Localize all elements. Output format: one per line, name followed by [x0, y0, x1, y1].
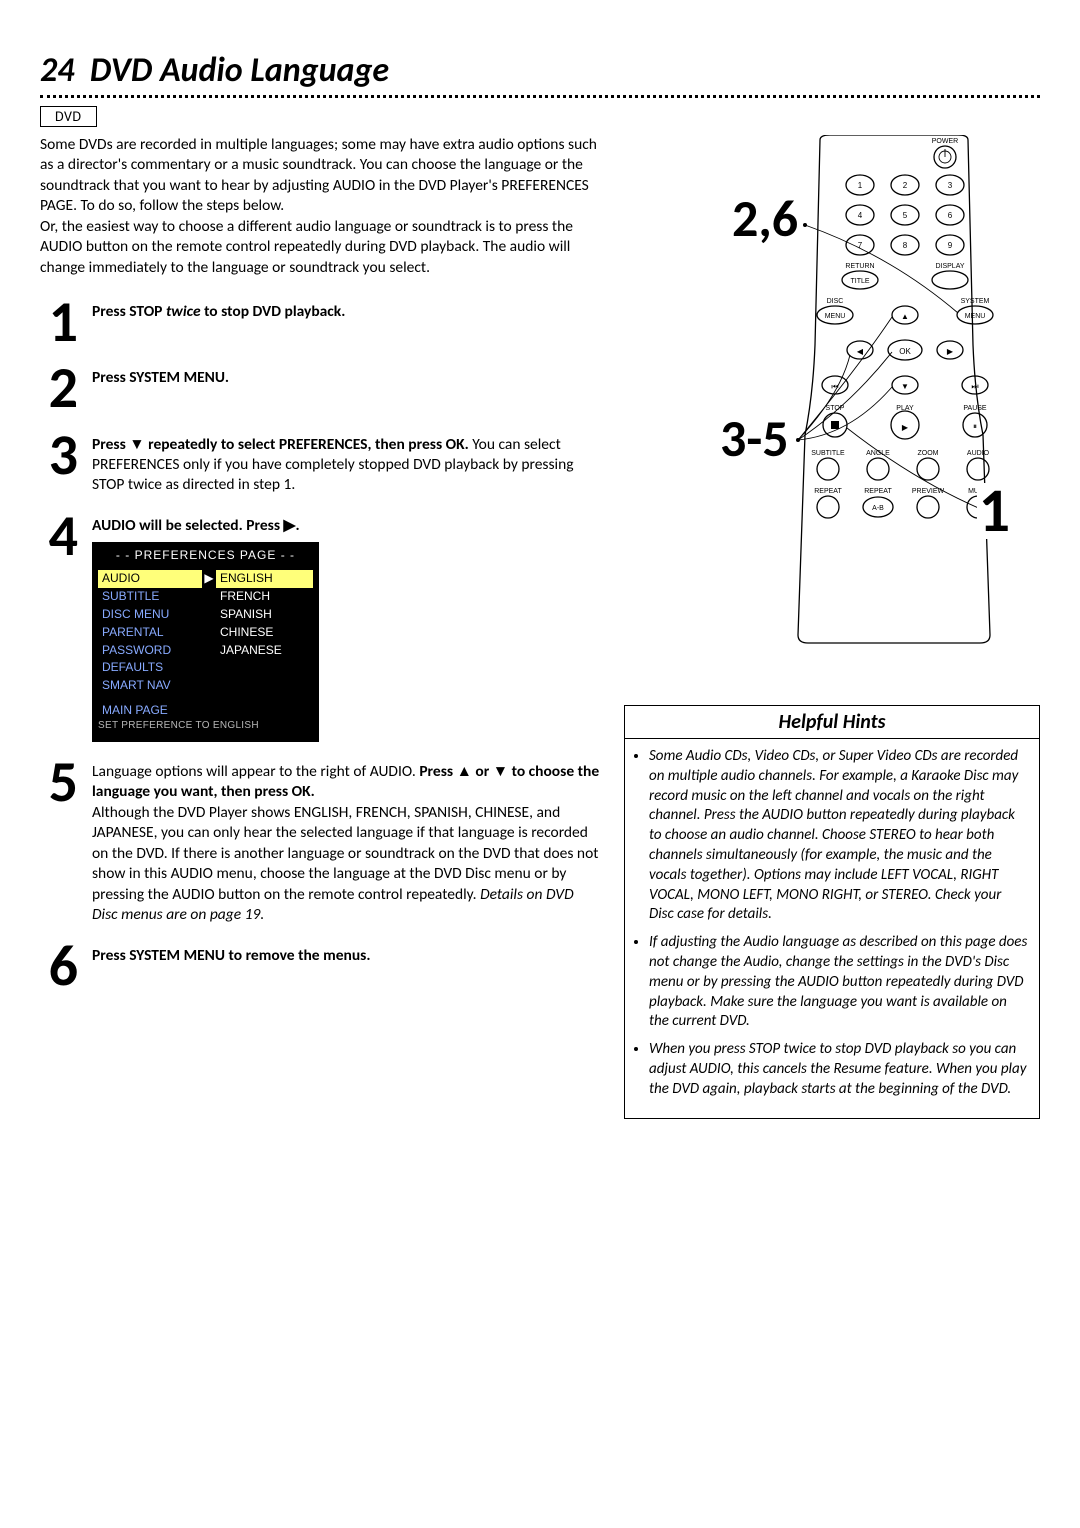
- svg-text:POWER: POWER: [932, 138, 958, 145]
- svg-text:3: 3: [948, 181, 953, 190]
- svg-text:5: 5: [903, 211, 908, 220]
- steps-list: 1 Press STOP twice to stop DVD playback.…: [40, 296, 600, 992]
- svg-text:⏸: ⏸: [973, 422, 977, 431]
- step-num-6: 6: [40, 940, 78, 992]
- svg-text:PAUSE: PAUSE: [963, 405, 987, 412]
- svg-text:REPEAT: REPEAT: [814, 488, 842, 495]
- svg-text:8: 8: [903, 241, 908, 250]
- svg-text:AUDIO: AUDIO: [967, 450, 990, 457]
- svg-text:▶: ▶: [947, 347, 954, 356]
- hint-1: Some Audio CDs, Video CDs, or Super Vide…: [649, 747, 1029, 925]
- svg-text:DISPLAY: DISPLAY: [935, 263, 964, 270]
- svg-text:▶: ▶: [902, 423, 909, 432]
- svg-text:2: 2: [903, 181, 908, 190]
- page-number: 24: [40, 50, 74, 91]
- pref-title: - - PREFERENCES PAGE - -: [98, 548, 313, 564]
- step-4: 4 AUDIO will be selected. Press ▶. - - P…: [40, 510, 600, 742]
- callout-2-6: 2,6: [730, 195, 800, 242]
- remote-illustration: .ln{fill:none;stroke:#000;stroke-width:1…: [720, 135, 1040, 645]
- step-3: 3 Press ▼ repeatedly to select PREFERENC…: [40, 429, 600, 496]
- callout-3-5: 3-5: [718, 415, 791, 462]
- pref-main-page: MAIN PAGE: [98, 703, 313, 719]
- svg-text:RETURN: RETURN: [845, 263, 874, 270]
- svg-text:◀: ◀: [857, 347, 864, 356]
- svg-text:ZOOM: ZOOM: [918, 450, 939, 457]
- page-title: 24 DVD Audio Language: [40, 50, 1040, 91]
- svg-text:OK: OK: [899, 347, 911, 356]
- pref-item-audio: AUDIO: [98, 570, 202, 588]
- svg-text:⏭: ⏭: [971, 382, 978, 391]
- title-divider: [40, 95, 1040, 98]
- svg-text:6: 6: [948, 211, 953, 220]
- svg-text:TITLE: TITLE: [850, 278, 869, 285]
- hint-3: When you press STOP twice to stop DVD pl…: [649, 1040, 1029, 1099]
- intro-p2: Or, the easiest way to choose a differen…: [40, 217, 573, 277]
- svg-text:4: 4: [858, 211, 863, 220]
- svg-text:9: 9: [948, 241, 953, 250]
- step-num-2: 2: [40, 362, 78, 414]
- intro-text: Some DVDs are recorded in multiple langu…: [40, 135, 600, 278]
- svg-text:A-B: A-B: [872, 505, 884, 512]
- svg-text:1: 1: [858, 181, 863, 190]
- svg-text:MENU: MENU: [965, 313, 986, 320]
- preferences-screen: - - PREFERENCES PAGE - - AUDIO ▶ ENGLISH…: [92, 542, 319, 742]
- pref-footer-text: SET PREFERENCE TO ENGLISH: [98, 719, 313, 732]
- svg-text:SYSTEM: SYSTEM: [961, 298, 990, 305]
- svg-text:REPEAT: REPEAT: [864, 488, 892, 495]
- svg-text:MENU: MENU: [825, 313, 846, 320]
- step-2: 2 Press SYSTEM MENU.: [40, 362, 600, 414]
- step-num-5: 5: [40, 756, 78, 926]
- page-title-text: DVD Audio Language: [90, 50, 389, 91]
- step-num-1: 1: [40, 296, 78, 348]
- hint-2: If adjusting the Audio language as descr…: [649, 933, 1029, 1032]
- step-num-4: 4: [40, 510, 78, 742]
- svg-text:▼: ▼: [901, 382, 909, 391]
- callout-1: 1: [977, 483, 1012, 539]
- svg-text:SUBTITLE: SUBTITLE: [811, 450, 845, 457]
- pref-lang-english: ENGLISH: [216, 570, 313, 588]
- dvd-badge: DVD: [40, 106, 97, 127]
- step-5: 5 Language options will appear to the ri…: [40, 756, 600, 926]
- helpful-hints-box: Helpful Hints Some Audio CDs, Video CDs,…: [624, 705, 1040, 1119]
- svg-text:DISC: DISC: [827, 298, 844, 305]
- intro-p1: Some DVDs are recorded in multiple langu…: [40, 135, 597, 215]
- pref-arrow-icon: ▶: [202, 571, 216, 587]
- step-6: 6 Press SYSTEM MENU to remove the menus.: [40, 940, 600, 992]
- step-1: 1 Press STOP twice to stop DVD playback.: [40, 296, 600, 348]
- svg-text:▲: ▲: [901, 312, 909, 321]
- helpful-hints-title: Helpful Hints: [625, 706, 1039, 739]
- hints-list: Some Audio CDs, Video CDs, or Super Vide…: [625, 739, 1039, 1118]
- step-num-3: 3: [40, 429, 78, 496]
